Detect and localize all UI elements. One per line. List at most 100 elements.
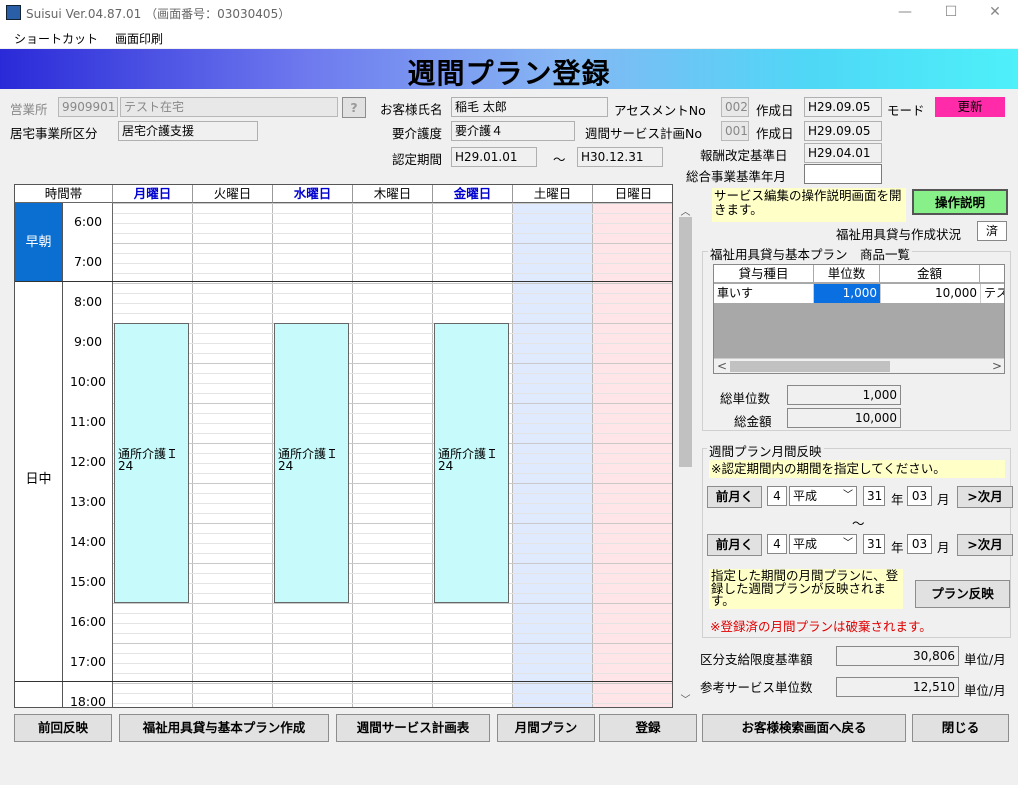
window-title: Suisui Ver.04.87.01 （画面番号：03030405） — [26, 7, 291, 21]
grid-row-line — [113, 343, 672, 344]
grid-row-line — [113, 243, 672, 244]
time-column-header: 時間帯 — [15, 185, 113, 203]
created-date-field-1: H29.09.05 — [804, 97, 882, 117]
grid-row-line — [113, 443, 672, 444]
day-column-sun[interactable] — [593, 203, 672, 707]
to-era-select[interactable]: 平成 ﹀ — [789, 534, 857, 554]
welfare-table-hscroll[interactable]: < > — [714, 358, 1004, 373]
minimize-button[interactable]: — — [882, 0, 928, 26]
day-column-thu[interactable] — [353, 203, 433, 707]
close-window-button[interactable]: ✕ — [972, 0, 1018, 26]
grid-row-line — [113, 503, 672, 504]
from-era-select[interactable]: 平成 ﹀ — [789, 486, 857, 506]
welfare-cell-item[interactable]: 車いす — [714, 284, 814, 303]
period-daytime: 日中 — [15, 282, 63, 682]
grid-row-line — [113, 223, 672, 224]
welfare-cell-extra[interactable]: テス — [980, 284, 1004, 303]
welfare-plan-create-button[interactable]: 福祉用具貸与基本プラン作成 — [119, 714, 329, 742]
grid-row-line — [113, 313, 672, 314]
weekly-service-plan-button[interactable]: 週間サービス計画表 — [336, 714, 490, 742]
grid-row-line — [113, 453, 672, 454]
cert-to-field: H30.12.31 — [577, 147, 663, 167]
limit-field: 30,806 — [836, 646, 959, 666]
cert-period-sep: 〜 — [553, 152, 566, 167]
cert-from-field: H29.01.01 — [451, 147, 537, 167]
scroll-down-icon[interactable]: ﹀ — [679, 691, 692, 706]
customer-name-field: 稲毛 太郎 — [451, 97, 608, 117]
grid-row-line — [113, 473, 672, 474]
grid-row-line — [113, 643, 672, 644]
to-month-label: 月 — [937, 540, 950, 555]
grid-row-line — [113, 493, 672, 494]
grid-row-line — [113, 563, 672, 564]
service-block-fri[interactable]: 通所介護Ｉ 24 — [434, 323, 509, 603]
combined-base-field[interactable] — [804, 164, 882, 184]
grid-row-line — [113, 353, 672, 354]
customer-name-label: お客様氏名 — [380, 102, 443, 117]
from-year-field[interactable]: 31 — [863, 486, 885, 506]
assessment-no-label: アセスメントNo — [614, 103, 706, 118]
grid-row-line — [113, 433, 672, 434]
from-next-month-button[interactable]: >次月 — [957, 486, 1013, 508]
hscroll-thumb[interactable] — [730, 361, 890, 372]
service-label: 通所介護Ｉ 24 — [278, 447, 339, 473]
from-month-field[interactable]: 03 — [907, 486, 932, 506]
from-prev-month-button[interactable]: 前月く — [707, 486, 762, 508]
grid-row-line — [113, 613, 672, 614]
menu-shortcut[interactable]: ショートカット — [14, 30, 98, 47]
welfare-cell-units[interactable]: 1,000 — [814, 284, 880, 303]
help-text: サービス編集の操作説明画面を開きます。 — [712, 188, 906, 222]
to-next-month-button[interactable]: >次月 — [957, 534, 1013, 556]
to-year-field[interactable]: 31 — [863, 534, 885, 554]
from-era-month-field[interactable]: 4 — [767, 486, 787, 506]
time-label: 13:00 — [69, 494, 107, 509]
service-block-wed[interactable]: 通所介護Ｉ 24 — [274, 323, 349, 603]
office-lookup-button[interactable]: ? — [342, 97, 366, 118]
ref-units-field: 12,510 — [836, 677, 959, 697]
care-level-field: 要介護４ — [451, 121, 575, 141]
grid-row-line — [113, 273, 672, 274]
register-button[interactable]: 登録 — [599, 714, 697, 742]
time-label: 17:00 — [69, 654, 107, 669]
day-column-tue[interactable] — [193, 203, 273, 707]
total-amount-label: 総金額 — [734, 414, 772, 429]
grid-row-line — [113, 303, 672, 304]
day-header-sat: 土曜日 — [513, 185, 593, 203]
to-prev-month-button[interactable]: 前月く — [707, 534, 762, 556]
chevron-down-icon: ﹀ — [843, 490, 853, 501]
to-era-value: 平成 — [793, 537, 818, 551]
menu-print-screen[interactable]: 画面印刷 — [115, 30, 163, 47]
limit-unit: 単位/月 — [964, 652, 1006, 667]
grid-row-line — [113, 283, 672, 284]
scroll-right-icon[interactable]: > — [992, 359, 1002, 373]
fee-revision-label: 報酬改定基準日 — [700, 148, 788, 163]
scroll-left-icon[interactable]: < — [717, 359, 727, 373]
welfare-cell-amount[interactable]: 10,000 — [880, 284, 980, 303]
monthly-plan-button[interactable]: 月間プラン — [497, 714, 595, 742]
back-to-search-button[interactable]: お客様検索画面へ戻る — [702, 714, 906, 742]
plan-reflect-button[interactable]: プラン反映 — [915, 580, 1010, 608]
day-column-sat[interactable] — [513, 203, 593, 707]
help-button[interactable]: 操作説明 — [912, 189, 1008, 215]
grid-row-line — [113, 603, 672, 604]
from-year-label: 年 — [891, 492, 904, 507]
reflect-text: 指定した期間の月間プランに、登録した週間プランが反映されます。 — [709, 569, 903, 609]
welfare-group-title: 福祉用具貸与基本プラン 商品一覧 — [708, 244, 913, 263]
maximize-button[interactable]: ☐ — [928, 0, 974, 26]
total-amount-field: 10,000 — [787, 408, 901, 428]
office-label: 営業所 — [10, 102, 48, 117]
from-era-value: 平成 — [793, 489, 818, 503]
previous-reflect-button[interactable]: 前回反映 — [14, 714, 112, 742]
service-block-mon[interactable]: 通所介護Ｉ 24 — [114, 323, 189, 603]
time-label: 14:00 — [69, 534, 107, 549]
day-header-tue: 火曜日 — [193, 185, 273, 203]
close-button[interactable]: 閉じる — [912, 714, 1009, 742]
app-icon — [6, 5, 21, 20]
welfare-status-field: 済 — [977, 221, 1007, 241]
grid-row-line — [113, 373, 672, 374]
to-month-field[interactable]: 03 — [907, 534, 932, 554]
grid-scrollbar[interactable]: ︿ ﹀ — [677, 203, 694, 708]
to-era-month-field[interactable]: 4 — [767, 534, 787, 554]
scroll-thumb[interactable] — [679, 217, 692, 467]
scroll-up-icon[interactable]: ︿ — [679, 203, 692, 218]
